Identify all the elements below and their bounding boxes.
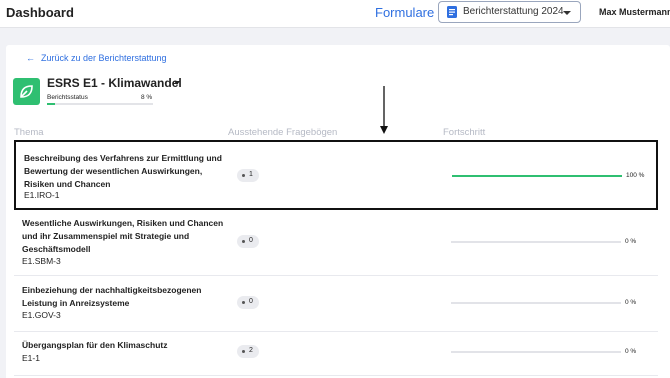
caret-down-icon[interactable] — [174, 81, 180, 85]
pending-count-badge: 0 — [237, 296, 259, 309]
status-label: Berichtsstatus — [47, 94, 88, 101]
top-bar: Dashboard Formulare Berichterstattung 20… — [0, 0, 670, 28]
row-progress-percent: 100 % — [626, 172, 645, 179]
leaf-icon — [20, 85, 33, 98]
row-progress-percent: 0 % — [625, 348, 637, 355]
pending-count-badge: 1 — [237, 169, 259, 182]
row-title-line: Wesentliche Auswirkungen, Risiken und Ch… — [22, 218, 224, 228]
report-select-value: Berichterstattung 2024 — [463, 6, 564, 17]
row-code: E1-1 — [22, 353, 40, 363]
column-header-ausstehend: Ausstehende Fragebögen — [228, 127, 338, 138]
arrow-left-icon: ← — [26, 53, 35, 63]
document-icon — [447, 6, 457, 18]
topic-title[interactable]: ESRS E1 - Klimawandel — [47, 76, 182, 90]
status-progress-fill — [47, 103, 56, 105]
pending-count: 0 — [249, 298, 253, 305]
pending-count-badge: 0 — [237, 235, 259, 248]
status-progress-bar — [47, 103, 153, 105]
dot-icon — [242, 350, 245, 353]
dot-icon — [242, 174, 245, 177]
nav-link-formulare[interactable]: Formulare — [375, 5, 434, 20]
dot-icon — [242, 240, 245, 243]
app-title[interactable]: Dashboard — [6, 5, 74, 20]
table-row[interactable]: Einbeziehung der nachhaltigkeitsbezogene… — [14, 276, 658, 332]
row-title-line: Beschreibung des Verfahrens zur Ermittlu… — [24, 153, 222, 163]
table-row[interactable]: Übergangsplan für den Klimaschutz E1-1 2… — [14, 332, 658, 376]
topic-badge — [13, 78, 40, 105]
row-title-line: Übergangsplan für den Klimaschutz — [22, 340, 168, 350]
pending-count: 2 — [249, 347, 253, 354]
row-title: Einbeziehung der nachhaltigkeitsbezogene… — [22, 284, 201, 310]
report-select[interactable]: Berichterstattung 2024 — [438, 1, 581, 23]
pending-count: 1 — [249, 171, 253, 178]
row-code: E1.SBM-3 — [22, 256, 61, 266]
table-row[interactable]: Wesentliche Auswirkungen, Risiken und Ch… — [14, 212, 658, 276]
row-title: Wesentliche Auswirkungen, Risiken und Ch… — [22, 217, 223, 256]
row-progress-bar — [451, 302, 621, 304]
row-progress-percent: 0 % — [625, 299, 637, 306]
row-title-line: Geschäftsmodell — [22, 244, 91, 254]
arrow-down-icon — [380, 86, 388, 134]
row-title: Übergangsplan für den Klimaschutz — [22, 339, 167, 352]
row-title-line: Bewertung der wesentlichen Auswirkungen, — [24, 166, 203, 176]
dot-icon — [242, 301, 245, 304]
chevron-down-icon — [563, 11, 571, 15]
row-code: E1.GOV-3 — [22, 310, 61, 320]
row-progress-percent: 0 % — [625, 238, 637, 245]
row-title-line: Leistung in Anreizsysteme — [22, 298, 130, 308]
row-title-line: und ihr Zusammenspiel mit Strategie und — [22, 231, 190, 241]
status-value: 8 % — [141, 94, 153, 101]
row-code: E1.IRO-1 — [24, 190, 60, 200]
row-progress-bar — [452, 175, 622, 177]
user-name[interactable]: Max Mustermann — [599, 7, 670, 17]
back-link-label: Zurück zu der Berichterstattung — [41, 53, 167, 63]
row-progress-fill — [452, 175, 622, 177]
pending-count: 0 — [249, 237, 253, 244]
table-row[interactable]: Beschreibung des Verfahrens zur Ermittlu… — [14, 140, 658, 210]
column-header-fortschritt: Fortschritt — [443, 127, 486, 138]
pending-count-badge: 2 — [237, 345, 259, 358]
row-progress-bar — [451, 241, 621, 243]
row-progress-bar — [451, 351, 621, 353]
row-title-line: Einbeziehung der nachhaltigkeitsbezogene… — [22, 285, 202, 295]
back-link[interactable]: ← Zurück zu der Berichterstattung — [26, 53, 167, 63]
row-title: Beschreibung des Verfahrens zur Ermittlu… — [24, 152, 222, 191]
column-header-thema: Thema — [14, 127, 44, 138]
